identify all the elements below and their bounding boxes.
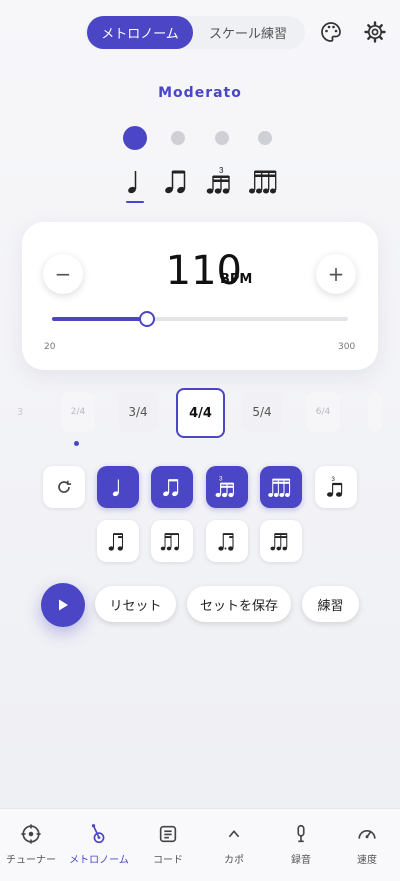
play-button[interactable] [41,583,85,627]
nav-record[interactable]: 録音 [268,809,334,881]
metronome-icon [91,824,105,844]
svg-text:3: 3 [219,166,224,175]
eighth-notes-icon[interactable] [157,166,197,196]
bpm-slider-fill [52,317,148,321]
subdivision-selected-indicator [126,201,144,203]
sixteenth-notes-icon[interactable] [245,166,285,196]
nav-metronome-label: メトロノーム [69,855,129,866]
nav-capo[interactable]: カポ [200,809,268,881]
eighth-sixteenths-icon [108,533,124,551]
practice-button[interactable]: 練習 [302,586,359,622]
beat-dot [215,131,229,145]
nav-capo-label: カポ [224,855,244,866]
capo-icon [228,830,240,838]
nav-speed-label: 速度 [357,855,377,866]
rhythm-sixteenths-button[interactable] [260,466,302,508]
bpm-min-label: 20 [44,342,56,352]
triplet-icon[interactable]: 3 [201,166,241,196]
quarter-note-icon [112,479,119,497]
time-signature-option[interactable]: 2/4 [61,392,95,432]
beat-dot [171,131,185,145]
reset-button[interactable]: リセット [95,586,176,622]
triplet-icon: 3 [215,476,234,498]
bpm-decrease-button[interactable]: − [43,254,83,294]
gear-icon[interactable] [363,20,387,44]
loop-icon [58,480,72,493]
rhythm-triplet-button[interactable]: 3 [206,466,248,508]
nav-tuner[interactable]: チューナー [0,809,62,881]
tab-scale-practice[interactable]: スケール練習 [193,16,303,49]
chord-icon [159,825,177,843]
rhythm-dotted-eighth-sixteenth-button[interactable] [206,520,248,562]
rhythm-eighths-button[interactable] [151,466,193,508]
nav-speed[interactable]: 速度 [334,809,400,881]
play-icon [59,599,68,611]
svg-text:3: 3 [219,476,223,483]
bpm-increase-button[interactable]: + [316,254,356,294]
beat-dot-active [123,126,147,150]
eighth-notes-icon [163,479,179,497]
speed-icon [358,830,376,839]
loop-button[interactable] [43,466,85,508]
rhythm-eighth-sixteenths-button[interactable] [97,520,139,562]
triplet-eighths-icon: 3 [327,477,343,497]
tuner-icon [21,824,41,844]
time-signature-option[interactable]: 5/4 [242,392,282,432]
time-signature-option[interactable]: 3/4 [118,392,158,432]
bpm-max-label: 300 [338,342,356,352]
rhythm-quarter-button[interactable] [97,466,139,508]
nav-metronome[interactable]: メトロノーム [62,809,136,881]
microphone-icon [297,824,305,843]
nav-tuner-label: チューナー [6,855,56,866]
sixteenth-dotted-eighth-icon [270,533,288,551]
time-signature-option[interactable] [368,392,382,432]
time-signature-option[interactable]: 3 [12,392,28,432]
svg-text:3: 3 [332,477,336,483]
rhythm-triplet-eighths-button[interactable]: 3 [315,466,357,508]
nav-record-label: 録音 [291,855,311,866]
nav-chord-label: コード [153,855,183,866]
quarter-note-icon[interactable] [115,166,155,196]
page-indicator-dot [74,441,79,446]
bpm-card: − 110 BPM + 20 300 [22,222,378,370]
rhythm-sixteenth-dotted-eighth-button[interactable] [260,520,302,562]
tab-metronome[interactable]: メトロノーム [87,16,193,49]
palette-icon[interactable] [319,20,343,44]
bpm-slider-thumb[interactable] [139,311,156,327]
rhythm-sixteenths-eighth-button[interactable] [151,520,193,562]
sixteenths-eighth-icon [160,533,180,551]
tempo-marking: Moderato [158,85,242,101]
bpm-unit: BPM [220,272,253,287]
time-signature-selected[interactable]: 4/4 [176,388,225,438]
time-signature-option[interactable]: 6/4 [306,392,340,432]
nav-chord[interactable]: コード [136,809,200,881]
dotted-eighth-sixteenth-icon [218,533,234,551]
sixteenth-notes-icon [268,478,291,497]
save-set-button[interactable]: セットを保存 [187,586,291,622]
bpm-slider[interactable] [52,311,348,327]
beat-dot [258,131,272,145]
bottom-nav: チューナー メトロノーム コード カポ 録音 速度 [0,808,400,881]
bpm-value: 110 [165,248,242,294]
mode-switch: メトロノーム スケール練習 [85,16,305,49]
